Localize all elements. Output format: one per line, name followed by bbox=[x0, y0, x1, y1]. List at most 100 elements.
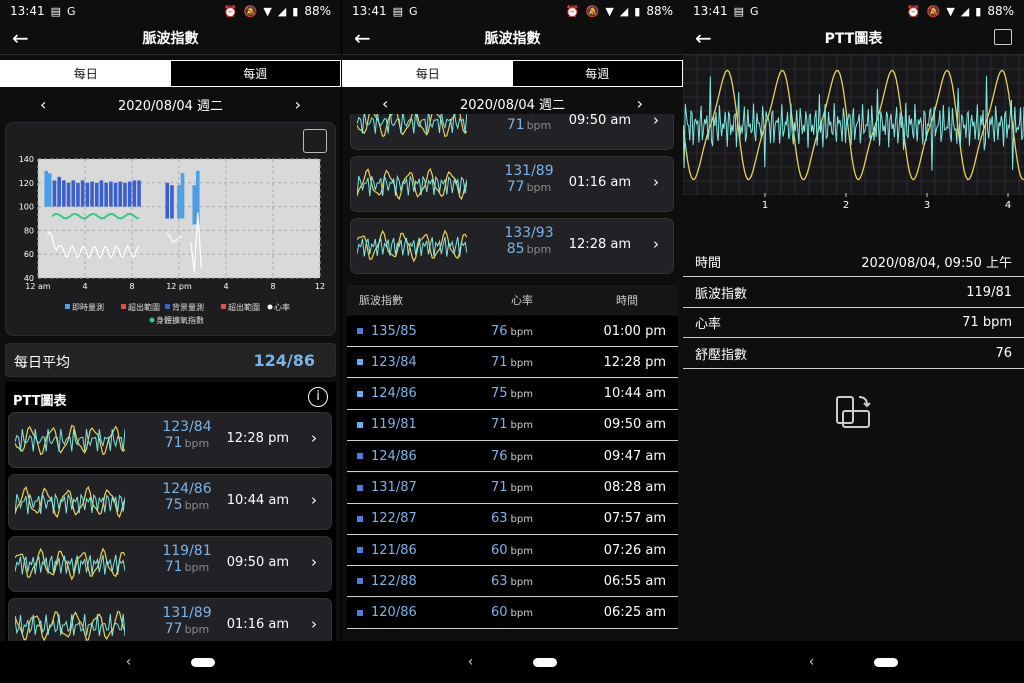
rotate-screen-icon[interactable] bbox=[835, 393, 873, 431]
hr-line: 71 bpm bbox=[489, 117, 569, 133]
hr-value: 71 bbox=[164, 559, 183, 575]
hr-unit: bpm bbox=[184, 623, 210, 636]
table-row[interactable]: 124/86 75 bpm 10:44 am bbox=[347, 378, 678, 410]
chevron-left-icon[interactable]: ‹ bbox=[382, 94, 388, 113]
background-bar bbox=[62, 180, 66, 207]
table-row[interactable]: 119/81 71 bpm 09:50 am bbox=[347, 409, 678, 441]
ptt-record-row[interactable]: 124/86 75 bpm 10:44 am › bbox=[8, 474, 332, 530]
period-tabs: 每日 每週 bbox=[342, 60, 683, 87]
waveform-icon[interactable] bbox=[994, 29, 1012, 45]
bp-cell: 123/84 bbox=[371, 354, 417, 370]
back-arrow-icon[interactable]: ← bbox=[354, 26, 371, 50]
nav-home-pill[interactable] bbox=[874, 657, 899, 667]
table-row[interactable]: 123/84 71 bpm 12:28 pm bbox=[347, 347, 678, 379]
date-navigator: ‹ 2020/08/04 週二 › bbox=[342, 92, 683, 114]
instant-bar bbox=[44, 170, 49, 207]
x-axis-band bbox=[683, 195, 1024, 215]
detail-row: 舒壓指數 76 bbox=[683, 339, 1024, 369]
chevron-right-icon: › bbox=[311, 553, 317, 571]
hr-unit: bpm bbox=[184, 499, 210, 512]
background-bar bbox=[85, 182, 90, 207]
daily-average-value: 124/86 bbox=[253, 351, 315, 370]
reading-values: 119/81 71bpm bbox=[147, 543, 227, 575]
table-row[interactable]: 124/86 76 bpm 09:47 am bbox=[347, 441, 678, 473]
hr-unit: bpm bbox=[510, 357, 533, 369]
daily-bp-chart: 14012010080604012 am 4 8 12 pm 4 8 12即時量測 超出範圍背… bbox=[19, 155, 325, 325]
daily-average-label: 每日平均 bbox=[14, 355, 70, 371]
hr-value: 60 bbox=[491, 605, 508, 621]
signal-icon: ◢ bbox=[277, 4, 287, 18]
cyan-waveform bbox=[15, 492, 125, 515]
detail-row: 時間 2020/08/04, 09:50 上午 bbox=[683, 247, 1024, 277]
alarm-icon: ⏰ bbox=[906, 4, 921, 18]
table-row[interactable]: 131/87 71 bpm 08:28 am bbox=[347, 472, 678, 504]
tab-daily[interactable]: 每日 bbox=[343, 61, 513, 86]
hr-value: 71 bbox=[491, 480, 508, 495]
hr-cell: 60 bpm bbox=[491, 543, 581, 558]
bp-value: 124/86 bbox=[162, 481, 212, 497]
battery-icon: ▮ bbox=[975, 4, 982, 18]
x-tick-label: 8 bbox=[129, 282, 134, 291]
detail-label: 心率 bbox=[695, 317, 722, 332]
y-tick-label: 140 bbox=[19, 155, 34, 164]
background-bar bbox=[104, 182, 108, 207]
background-bar bbox=[90, 181, 94, 207]
ptt-record-row[interactable]: 119/81 71bpm 09:50 am › bbox=[8, 536, 332, 592]
nav-back-icon[interactable]: ‹ bbox=[809, 654, 815, 670]
mini-ptt-waveform bbox=[15, 485, 125, 519]
reading-values: 131/89 77 bpm bbox=[147, 605, 227, 637]
background-bar bbox=[127, 181, 132, 207]
tab-weekly[interactable]: 每週 bbox=[512, 61, 682, 86]
nav-back-icon[interactable]: ‹ bbox=[126, 654, 132, 670]
hr-value: 75 bbox=[164, 497, 183, 513]
hr-value: 71 bbox=[491, 417, 508, 433]
detail-row: 脈波指數 119/81 bbox=[683, 278, 1024, 308]
tab-daily[interactable]: 每日 bbox=[1, 61, 171, 86]
detail-label: 舒壓指數 bbox=[695, 347, 748, 363]
hr-unit: bpm bbox=[526, 181, 552, 194]
page-title: PTT圖表 bbox=[824, 31, 883, 47]
time-cell: 01:00 pm bbox=[603, 323, 666, 339]
legend-label: 心率 bbox=[274, 302, 290, 312]
background-bar bbox=[76, 182, 80, 207]
tab-weekly[interactable]: 每週 bbox=[170, 61, 340, 86]
status-time: 13:41 bbox=[352, 4, 387, 18]
detail-value: 2020/08/04, 09:50 上午 bbox=[861, 256, 1012, 271]
x-tick-label: 12 bbox=[315, 282, 325, 291]
table-row[interactable]: 122/87 63 bpm 07:57 am bbox=[347, 503, 678, 535]
info-icon[interactable]: i bbox=[308, 387, 328, 407]
wifi-icon: ▼ bbox=[946, 4, 955, 18]
bp-cell: 121/86 bbox=[371, 542, 417, 558]
table-row[interactable]: 135/85 76 bpm 01:00 pm bbox=[347, 316, 678, 347]
mini-ptt-waveform bbox=[15, 547, 125, 581]
chevron-right-icon[interactable]: › bbox=[295, 95, 301, 114]
hr-line: 77 bpm bbox=[147, 621, 227, 637]
back-arrow-icon[interactable]: ← bbox=[695, 26, 712, 50]
status-bar: 13:41 ▤ G ⏰ 🔕 ▼ ◢ ▮ 88% bbox=[683, 0, 1024, 22]
nav-home-pill[interactable] bbox=[533, 657, 558, 667]
x-tick-label: 12 pm bbox=[166, 282, 192, 291]
chevron-left-icon[interactable]: ‹ bbox=[40, 95, 46, 114]
message-icon: ▤ bbox=[733, 4, 744, 18]
hr-cell: 63 bpm bbox=[491, 574, 581, 589]
measure-type-marker bbox=[357, 359, 363, 366]
ptt-record-row[interactable]: 131/89 77 bpm 01:16 am › bbox=[350, 156, 674, 212]
table-row[interactable]: 120/86 60 bpm 06:25 am bbox=[347, 597, 678, 629]
hr-value: 76 bbox=[491, 448, 508, 464]
nav-back-icon[interactable]: ‹ bbox=[468, 654, 474, 670]
chevron-right-icon: › bbox=[311, 429, 317, 447]
table-row[interactable]: 121/86 60 bpm 07:26 am bbox=[347, 535, 678, 567]
nav-home-pill[interactable] bbox=[191, 657, 216, 667]
hr-line: 71 bpm bbox=[147, 559, 227, 575]
chevron-right-icon: › bbox=[653, 173, 659, 191]
ptt-record-row[interactable]: 133/93 85 bpm 12:28 am › bbox=[350, 218, 674, 274]
table-row[interactable]: 122/88 63 bpm 06:55 am bbox=[347, 566, 678, 598]
back-arrow-icon[interactable]: ← bbox=[12, 26, 29, 50]
hr-value: 85 bbox=[506, 241, 525, 257]
system-nav-bar: ‹ bbox=[683, 641, 1024, 683]
ptt-record-row[interactable]: 123/84 71 bpm 12:28 pm › bbox=[8, 412, 332, 468]
chevron-right-icon[interactable]: › bbox=[637, 94, 643, 113]
legend-swatch bbox=[121, 304, 126, 309]
chevron-right-icon: › bbox=[653, 235, 659, 253]
hr-cell: 63 bpm bbox=[491, 511, 581, 526]
